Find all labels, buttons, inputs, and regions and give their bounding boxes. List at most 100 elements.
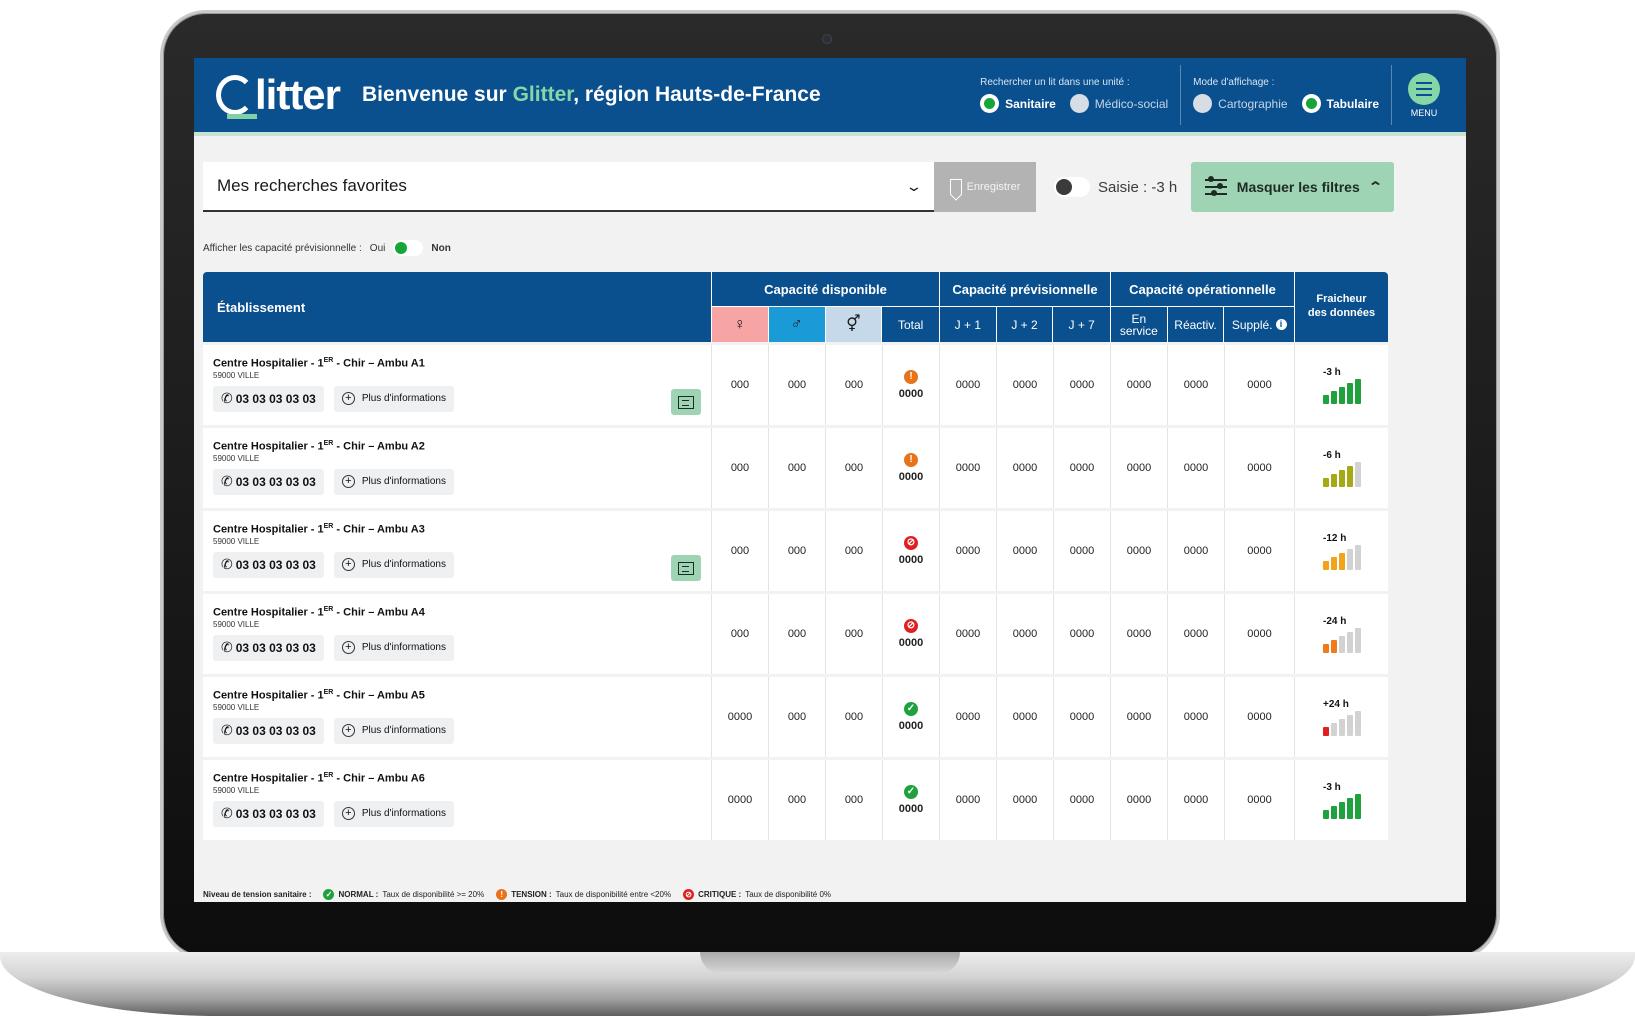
group-title: Capacité disponible: [712, 272, 939, 307]
col-fraicheur[interactable]: Fraicheur des données: [1295, 272, 1388, 342]
favorites-select[interactable]: Mes recherches favorites ⌄: [203, 162, 934, 212]
freshness-bar: [1322, 394, 1329, 404]
group-title: Capacité opérationnelle: [1111, 272, 1294, 307]
more-info-button[interactable]: + Plus d'informations: [333, 634, 454, 661]
radio-unselected-icon: [1193, 94, 1213, 113]
laptop-notch: [700, 952, 960, 974]
freshness-bar: [1338, 386, 1345, 404]
freshness-bar: [1330, 556, 1337, 570]
name-part: Centre Hospitalier - 1: [213, 606, 324, 619]
comment-button[interactable]: [671, 555, 701, 581]
radio-sanitaire[interactable]: Sanitaire: [980, 94, 1056, 113]
more-info-button[interactable]: + Plus d'informations: [333, 800, 454, 827]
phone-button[interactable]: ✆ 03 03 03 03 03: [213, 385, 324, 412]
name-sup: ER: [323, 772, 334, 779]
phone-button[interactable]: ✆ 03 03 03 03 03: [213, 800, 324, 827]
radio-medico-social[interactable]: Médico-social: [1069, 94, 1168, 113]
freshness-bar: [1330, 805, 1337, 819]
cell-j7: 0000: [1054, 345, 1111, 425]
col-reactiv[interactable]: Réactiv.: [1168, 307, 1225, 342]
freshness-bar: [1346, 465, 1353, 487]
freshness-bar: [1346, 382, 1353, 404]
cell-male: 000: [769, 594, 826, 674]
col-j1[interactable]: J + 1: [940, 307, 997, 342]
name-part: Centre Hospitalier - 1: [213, 357, 324, 370]
cell-mixed: 000: [826, 511, 883, 591]
cell-fraicheur: -12 h: [1295, 511, 1388, 591]
cell-j7: 0000: [1054, 511, 1111, 591]
info-icon[interactable]: i: [1275, 319, 1287, 330]
cell-female: 000: [712, 594, 769, 674]
cell-female: 0000: [712, 677, 769, 757]
col-en-service-line1: En: [1131, 311, 1147, 326]
phone-button[interactable]: ✆ 03 03 03 03 03: [213, 717, 324, 744]
col-total[interactable]: Total: [882, 307, 939, 342]
radio-tabulaire[interactable]: Tabulaire: [1301, 94, 1379, 113]
freshness-bar: [1346, 631, 1353, 653]
cell-en-service: 0000: [1111, 677, 1168, 757]
comment-button[interactable]: [671, 389, 701, 415]
freshness-label: -12 h: [1323, 532, 1347, 544]
cell-reactiv: 0000: [1168, 760, 1225, 840]
table-row[interactable]: Centre Hospitalier - 1ER - Chir – Ambu A…: [203, 345, 1388, 425]
phone-button[interactable]: ✆ 03 03 03 03 03: [213, 634, 324, 661]
freshness-bar: [1322, 477, 1329, 487]
table-row[interactable]: Centre Hospitalier - 1ER - Chir – Ambu A…: [203, 760, 1388, 840]
name-part: Centre Hospitalier - 1: [213, 689, 324, 702]
col-etablissement[interactable]: Établissement: [203, 272, 712, 342]
radio-label: Sanitaire: [1005, 96, 1056, 111]
cell-en-service: 0000: [1111, 428, 1168, 508]
saisie-toggle[interactable]: [1054, 177, 1090, 197]
table-row[interactable]: Centre Hospitalier - 1ER - Chir – Ambu A…: [203, 428, 1388, 508]
legend-normal-label: NORMAL :: [338, 890, 379, 899]
table-row[interactable]: Centre Hospitalier - 1ER - Chir – Ambu A…: [203, 511, 1388, 591]
radio-cartographie[interactable]: Cartographie: [1193, 94, 1288, 113]
col-female-icon[interactable]: ♀: [712, 307, 769, 342]
filter-sliders-icon: [1204, 176, 1227, 196]
table-row[interactable]: Centre Hospitalier - 1ER - Chir – Ambu A…: [203, 677, 1388, 757]
phone-button[interactable]: ✆ 03 03 03 03 03: [213, 551, 324, 578]
legend-normal-text: Taux de disponibilité >= 20%: [382, 890, 485, 899]
col-mixed-icon[interactable]: ⚥: [825, 307, 883, 342]
col-en-service[interactable]: En service: [1111, 307, 1168, 342]
cell-etablissement: Centre Hospitalier - 1ER - Chir – Ambu A…: [203, 511, 712, 591]
freshness-bar: [1354, 378, 1361, 404]
phone-button[interactable]: ✆ 03 03 03 03 03: [213, 468, 324, 495]
cell-supple: 0000: [1225, 345, 1295, 425]
cell-en-service: 0000: [1111, 345, 1168, 425]
cell-en-service: 0000: [1111, 760, 1168, 840]
more-info-button[interactable]: + Plus d'informations: [333, 551, 454, 578]
favorites-value: Mes recherches favorites: [217, 176, 407, 195]
etablissement-name[interactable]: Centre Hospitalier - 1ER - Chir – Ambu A…: [213, 772, 701, 785]
more-info-button[interactable]: + Plus d'informations: [333, 385, 454, 412]
table-row[interactable]: Centre Hospitalier - 1ER - Chir – Ambu A…: [203, 594, 1388, 674]
save-button[interactable]: Enregistrer: [934, 162, 1036, 212]
hide-filters-button[interactable]: Masquer les filtres ⌃: [1191, 162, 1395, 212]
critique-forbidden-icon: ⊘: [904, 619, 918, 633]
legend-critique-label: CRITIQUE :: [698, 890, 742, 899]
toolbar: Mes recherches favorites ⌄ Enregistrer S…: [194, 136, 1466, 212]
col-supple[interactable]: Supplé. i: [1224, 307, 1294, 342]
more-info-button[interactable]: + Plus d'informations: [333, 717, 454, 744]
etablissement-name[interactable]: Centre Hospitalier - 1ER - Chir – Ambu A…: [213, 357, 701, 370]
cell-supple: 0000: [1225, 511, 1295, 591]
col-j7[interactable]: J + 7: [1053, 307, 1110, 342]
name-sup: ER: [323, 440, 334, 447]
col-male-icon[interactable]: ♂: [768, 307, 826, 342]
glitter-logo[interactable]: litter: [216, 71, 341, 119]
plus-circle-icon: +: [341, 641, 355, 655]
radio-selected-icon: [980, 94, 1000, 113]
etablissement-name[interactable]: Centre Hospitalier - 1ER - Chir – Ambu A…: [213, 689, 701, 702]
forecast-toggle[interactable]: [393, 240, 424, 256]
cell-reactiv: 0000: [1168, 428, 1225, 508]
total-value: 0000: [898, 388, 924, 400]
etablissement-name[interactable]: Centre Hospitalier - 1ER - Chir – Ambu A…: [213, 606, 701, 619]
plus-circle-icon: +: [341, 807, 355, 821]
more-info-button[interactable]: + Plus d'informations: [333, 468, 454, 495]
radio-label: Cartographie: [1218, 96, 1288, 111]
etablissement-name[interactable]: Centre Hospitalier - 1ER - Chir – Ambu A…: [213, 523, 701, 536]
menu-button[interactable]: MENU: [1392, 65, 1444, 125]
col-j2[interactable]: J + 2: [997, 307, 1054, 342]
etablissement-name[interactable]: Centre Hospitalier - 1ER - Chir – Ambu A…: [213, 440, 701, 453]
cell-etablissement: Centre Hospitalier - 1ER - Chir – Ambu A…: [203, 428, 712, 508]
